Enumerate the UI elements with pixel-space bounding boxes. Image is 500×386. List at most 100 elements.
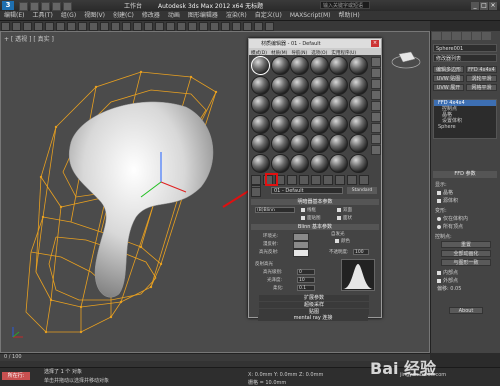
modifier-list-dropdown[interactable]: 修改器列表 [433, 54, 497, 62]
display-tab-icon[interactable] [472, 32, 481, 40]
soften-spinner[interactable]: 0.1 [297, 285, 315, 291]
material-navigator-icon[interactable] [371, 145, 381, 155]
window-crossing-icon[interactable] [89, 22, 98, 31]
material-sample-slot[interactable] [290, 114, 309, 134]
menu-item[interactable]: 视图(V) [80, 11, 109, 20]
about-button[interactable]: About [449, 307, 483, 314]
supersampling-rollout[interactable]: 超级采样 [259, 302, 369, 308]
material-sample-slot[interactable] [309, 153, 329, 173]
material-sample-slot[interactable] [309, 95, 329, 114]
show-map-icon[interactable] [335, 175, 345, 185]
search-input[interactable]: 输入关键字或短语 [320, 1, 370, 9]
workspace-selector[interactable]: 工作台 [124, 1, 142, 10]
material-sample-slot[interactable] [251, 114, 270, 134]
rotate-icon[interactable] [111, 22, 120, 31]
open-file-icon[interactable] [30, 2, 39, 11]
material-sample-slot[interactable] [251, 134, 270, 153]
viewport-label[interactable]: + [ 透视 ] [ 真实 ] [4, 34, 54, 43]
viewcube-icon[interactable] [391, 51, 421, 69]
menu-item[interactable]: 编辑(E) [0, 11, 28, 20]
make-unique-icon[interactable] [299, 175, 309, 185]
menu-item[interactable]: 工具(T) [28, 11, 56, 20]
material-sample-slot[interactable] [251, 56, 270, 75]
material-sample-slot[interactable] [290, 134, 309, 153]
percent-snap-icon[interactable] [166, 22, 175, 31]
specular-color-swatch[interactable] [293, 249, 309, 257]
show-end-result-icon[interactable] [347, 175, 357, 185]
menu-item[interactable]: MAXScript(M) [286, 11, 335, 20]
undo-icon[interactable] [1, 22, 10, 31]
material-id-icon[interactable] [323, 175, 333, 185]
offset-spinner[interactable]: 偏移: 0.05 [437, 285, 461, 292]
maxscript-listener[interactable]: 所在行: [2, 372, 30, 380]
modifier-button[interactable]: 编辑多边形 [433, 66, 464, 73]
menu-item[interactable]: 动画 [164, 11, 184, 20]
material-type-button[interactable]: Standard [347, 187, 377, 194]
material-sample-slot[interactable] [270, 114, 290, 134]
render-icon[interactable] [265, 22, 274, 31]
inside-volume-radio[interactable]: 仅在体积内 [437, 215, 468, 222]
snap-icon[interactable] [144, 22, 153, 31]
sample-type-icon[interactable] [371, 57, 381, 67]
menu-item[interactable]: 图形编辑器 [184, 11, 222, 20]
menu-item[interactable]: 创建(C) [109, 11, 138, 20]
material-editor-window[interactable]: 材质编辑器 - 01 - Default × 模式(D) 材质(M) 导航(N) 选项… [248, 38, 382, 318]
pick-material-icon[interactable] [251, 187, 261, 197]
modifier-button[interactable]: 网格平滑 [466, 84, 497, 91]
select-icon[interactable] [56, 22, 65, 31]
menu-item[interactable]: 组(G) [57, 11, 80, 20]
rect-select-icon[interactable] [78, 22, 87, 31]
layer-icon[interactable] [199, 22, 208, 31]
material-editor-icon[interactable] [232, 22, 241, 31]
select-by-material-icon[interactable] [371, 134, 381, 144]
animate-all-button[interactable]: 全部动画化 [441, 250, 491, 257]
bind-icon[interactable] [45, 22, 54, 31]
wire-checkbox[interactable]: 线框 [301, 207, 316, 213]
close-button[interactable]: × [489, 2, 497, 10]
modifier-button[interactable]: 涡轮平滑 [466, 75, 497, 82]
stack-item-sphere[interactable]: Sphere [434, 124, 496, 130]
menu-item[interactable]: 帮助(H) [335, 11, 364, 20]
curve-editor-icon[interactable] [210, 22, 219, 31]
z-coordinate[interactable]: Z: 0.0mm [299, 372, 323, 378]
material-sample-slot[interactable] [251, 75, 270, 95]
material-sample-slot[interactable] [348, 114, 368, 134]
modifier-button[interactable]: UVW 贴图 [433, 75, 464, 82]
diffuse-color-swatch[interactable] [293, 241, 309, 249]
redo-icon[interactable] [12, 22, 21, 31]
new-file-icon[interactable] [19, 2, 28, 11]
x-coordinate[interactable]: X: 0.0mm [248, 372, 272, 378]
spec-level-spinner[interactable]: 0 [297, 269, 315, 275]
hierarchy-tab-icon[interactable] [452, 32, 461, 40]
material-sample-slot[interactable] [329, 153, 348, 173]
all-vertices-radio[interactable]: 所有顶点 [437, 223, 463, 230]
material-sample-slot[interactable] [290, 75, 309, 95]
material-sample-slot[interactable] [270, 134, 290, 153]
y-coordinate[interactable]: Y: 0.0mm [274, 372, 297, 378]
create-tab-icon[interactable] [432, 32, 441, 40]
self-illum-color-checkbox[interactable]: 颜色 [335, 238, 350, 244]
shader-basic-params-rollout[interactable]: 明暗器基本参数 [251, 199, 379, 205]
conform-to-shape-button[interactable]: 与图形一致 [441, 259, 491, 266]
menu-item[interactable]: 自定义(U) [251, 11, 286, 20]
source-volume-checkbox[interactable]: 源体积 [437, 197, 458, 204]
object-name-field[interactable]: Sphere001 [433, 44, 497, 52]
options-icon[interactable] [371, 123, 381, 133]
menu-item[interactable]: 渲染(R) [222, 11, 251, 20]
material-sample-slot[interactable] [329, 134, 348, 153]
modify-tab-icon[interactable] [442, 32, 451, 40]
lattice-checkbox[interactable]: 晶格 [437, 189, 453, 196]
material-sample-slot[interactable] [329, 95, 348, 114]
extended-params-rollout[interactable]: 扩展参数 [259, 295, 369, 301]
menu-item[interactable]: 修改器 [138, 11, 164, 20]
reset-button[interactable]: 重置 [441, 241, 491, 248]
video-color-check-icon[interactable] [371, 101, 381, 111]
material-sample-slot[interactable] [348, 75, 368, 95]
utilities-tab-icon[interactable] [482, 32, 491, 40]
pivot-icon[interactable] [133, 22, 142, 31]
face-map-checkbox[interactable]: 面贴图 [301, 215, 321, 221]
unlink-icon[interactable] [34, 22, 43, 31]
backlight-icon[interactable] [371, 68, 381, 78]
get-material-icon[interactable] [251, 175, 261, 185]
material-sample-slot[interactable] [290, 95, 309, 114]
